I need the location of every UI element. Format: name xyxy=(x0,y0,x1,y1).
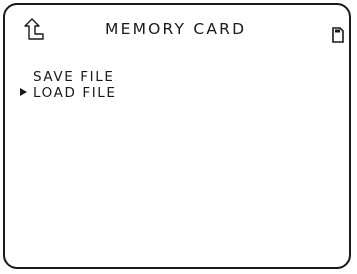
back-arrow-icon[interactable] xyxy=(20,16,46,42)
lcd-screen: MEMORY CARD SAVE FILE LOAD FILE xyxy=(3,3,351,269)
memory-card-icon xyxy=(332,27,344,43)
file-menu: SAVE FILE LOAD FILE xyxy=(19,69,117,101)
screen-title: MEMORY CARD xyxy=(105,20,247,38)
menu-item-label: LOAD FILE xyxy=(33,85,117,101)
menu-item-save-file[interactable]: SAVE FILE xyxy=(19,69,117,85)
menu-item-load-file[interactable]: LOAD FILE xyxy=(19,85,117,101)
selection-cursor-icon xyxy=(20,88,27,96)
menu-item-label: SAVE FILE xyxy=(33,69,115,85)
